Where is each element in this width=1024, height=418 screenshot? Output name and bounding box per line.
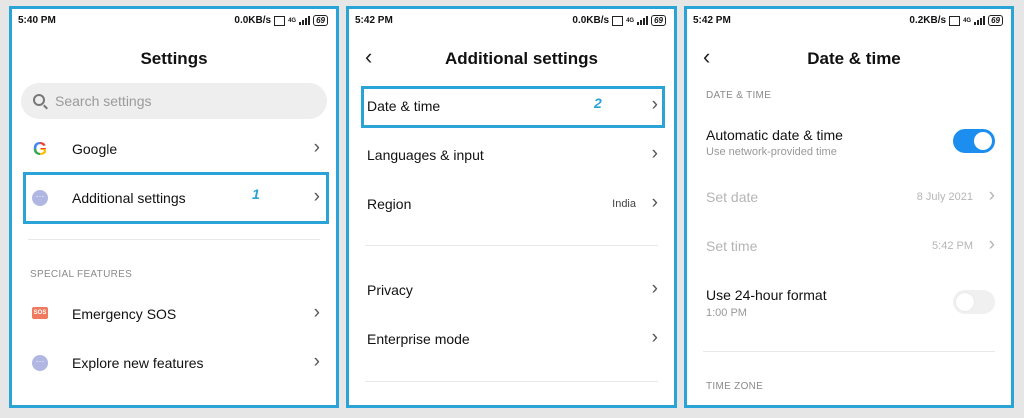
menu-item-privacy[interactable]: Privacy › bbox=[349, 268, 674, 312]
setting-label: Use 24-hour format bbox=[706, 287, 827, 303]
search-icon bbox=[33, 94, 45, 106]
sos-icon: SOS bbox=[32, 307, 48, 319]
set-time-row: Set time 5:42 PM › bbox=[687, 224, 1011, 268]
menu-item-label: Explore new features bbox=[72, 355, 204, 371]
section-header: TIME ZONE bbox=[706, 381, 764, 392]
network-speed: 0.2KB/s bbox=[909, 15, 947, 26]
menu-item-google[interactable]: G Google › bbox=[12, 127, 336, 171]
additional-settings-screen: 5:42 PM 0.0KB/s 4G 69 ‹ Additional setti… bbox=[346, 6, 677, 408]
highlight-box bbox=[23, 172, 329, 224]
chevron-right-icon: › bbox=[313, 351, 320, 372]
set-time-value: 5:42 PM bbox=[932, 240, 973, 252]
menu-item-label: Languages & input bbox=[367, 147, 484, 163]
signal-icon bbox=[299, 16, 311, 25]
chevron-right-icon: › bbox=[651, 327, 658, 348]
divider bbox=[703, 351, 995, 352]
setting-label: Set time bbox=[706, 238, 758, 254]
status-time: 5:42 PM bbox=[355, 15, 393, 26]
search-placeholder: Search settings bbox=[55, 93, 152, 109]
status-bar: 5:42 PM 0.0KB/s 4G 69 bbox=[355, 15, 666, 29]
menu-item-region[interactable]: Region India › bbox=[349, 182, 674, 226]
chevron-right-icon: › bbox=[988, 234, 995, 255]
chevron-right-icon: › bbox=[988, 185, 995, 206]
use-24-hour-format-toggle[interactable] bbox=[953, 290, 995, 314]
chevron-right-icon: › bbox=[651, 278, 658, 299]
menu-item-explore-new-features[interactable]: ··· Explore new features › bbox=[12, 341, 336, 385]
setting-description: 1:00 PM bbox=[706, 307, 747, 319]
chevron-right-icon: › bbox=[651, 192, 658, 213]
set-date-row: Set date 8 July 2021 › bbox=[687, 175, 1011, 219]
signal-icon bbox=[974, 16, 986, 25]
use-24-hour-format-row[interactable]: Use 24-hour format 1:00 PM bbox=[687, 273, 1011, 323]
chevron-right-icon: › bbox=[313, 137, 320, 158]
menu-item-label: Region bbox=[367, 196, 412, 212]
battery-icon: 69 bbox=[313, 15, 328, 26]
status-time: 5:40 PM bbox=[18, 15, 56, 26]
section-header: SPECIAL FEATURES bbox=[30, 269, 133, 280]
divider bbox=[365, 381, 658, 382]
menu-item-emergency-sos[interactable]: SOS Emergency SOS › bbox=[12, 292, 336, 336]
highlight-box bbox=[361, 86, 665, 128]
set-date-value: 8 July 2021 bbox=[916, 191, 973, 203]
page-title: Additional settings bbox=[445, 49, 598, 68]
volte-icon bbox=[612, 15, 624, 26]
volte-icon bbox=[949, 15, 961, 26]
menu-item-label: Google bbox=[72, 141, 118, 157]
settings-screen: 5:40 PM 0.0KB/s 4G 69 Settings Search se… bbox=[9, 6, 339, 408]
google-icon: G bbox=[30, 139, 50, 159]
automatic-date-time-row[interactable]: Automatic date & time Use network-provid… bbox=[687, 115, 1011, 165]
setting-label: Automatic date & time bbox=[706, 127, 843, 143]
network-speed: 0.0KB/s bbox=[234, 15, 272, 26]
status-bar: 5:42 PM 0.2KB/s 4G 69 bbox=[693, 15, 1003, 29]
chevron-right-icon: › bbox=[651, 143, 658, 164]
step-number: 2 bbox=[594, 95, 602, 111]
toggle-knob bbox=[956, 293, 974, 311]
battery-icon: 69 bbox=[988, 15, 1003, 26]
setting-label: Set date bbox=[706, 189, 759, 205]
date-time-screen: 5:42 PM 0.2KB/s 4G 69 ‹ Date & time DATE… bbox=[684, 6, 1014, 408]
menu-item-enterprise-mode[interactable]: Enterprise mode › bbox=[349, 317, 674, 361]
region-value: India bbox=[612, 198, 636, 210]
status-time: 5:42 PM bbox=[693, 15, 731, 26]
more-dots-icon: ··· bbox=[32, 355, 48, 371]
network-speed: 0.0KB/s bbox=[572, 15, 610, 26]
menu-item-label: Emergency SOS bbox=[72, 306, 177, 322]
network-type: 4G bbox=[626, 17, 635, 24]
battery-icon: 69 bbox=[651, 15, 666, 26]
menu-item-label: Enterprise mode bbox=[367, 331, 470, 347]
step-number: 1 bbox=[252, 186, 260, 202]
menu-item-label: Privacy bbox=[367, 282, 413, 298]
page-title: Date & time bbox=[807, 49, 901, 68]
divider bbox=[28, 239, 320, 240]
search-input[interactable]: Search settings bbox=[21, 83, 327, 119]
menu-item-languages-input[interactable]: Languages & input › bbox=[349, 133, 674, 177]
divider bbox=[365, 245, 658, 246]
automatic-date-time-toggle[interactable] bbox=[953, 129, 995, 153]
status-bar: 5:40 PM 0.0KB/s 4G 69 bbox=[18, 15, 328, 29]
network-type: 4G bbox=[288, 17, 297, 24]
toggle-knob bbox=[974, 132, 992, 150]
page-title: Settings bbox=[140, 49, 208, 68]
signal-icon bbox=[637, 16, 649, 25]
chevron-right-icon: › bbox=[313, 302, 320, 323]
section-header: DATE & TIME bbox=[706, 90, 772, 101]
volte-icon bbox=[274, 15, 286, 26]
setting-description: Use network-provided time bbox=[706, 146, 837, 158]
network-type: 4G bbox=[963, 17, 972, 24]
